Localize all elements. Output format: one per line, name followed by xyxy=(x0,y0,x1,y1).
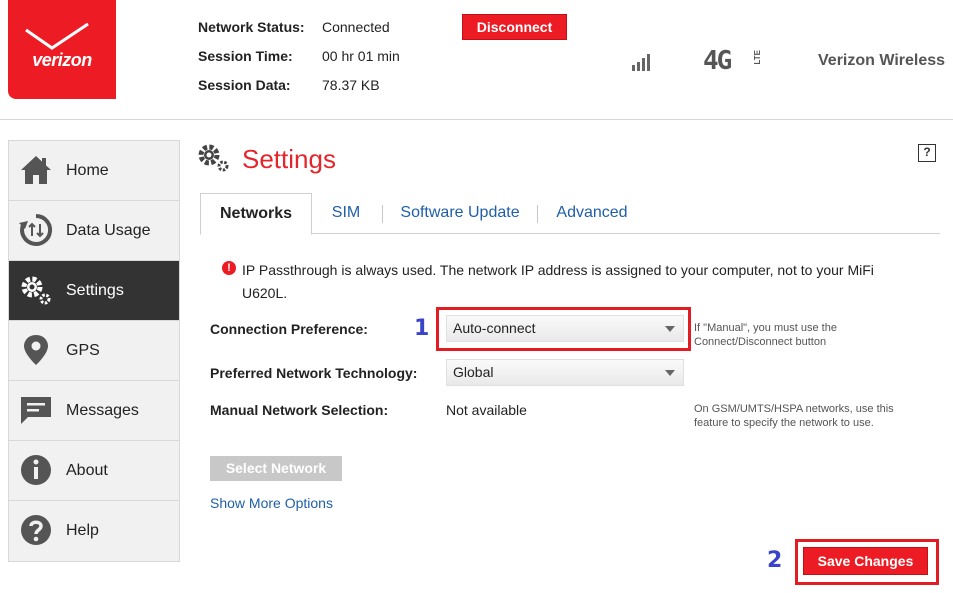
annotation-box-2 xyxy=(795,539,939,585)
sidebar-item-label: GPS xyxy=(66,342,100,359)
network-type-indicator: 4G LTE xyxy=(703,46,763,76)
network-status-label: Network Status: xyxy=(198,19,305,35)
tab-advanced[interactable]: Advanced xyxy=(548,193,636,234)
sidebar-item-label: Messages xyxy=(66,402,139,419)
location-pin-icon xyxy=(24,335,48,365)
tab-sim[interactable]: SIM xyxy=(320,193,372,234)
network-status-value: Connected xyxy=(322,19,390,35)
sidebar-item-label: Data Usage xyxy=(66,222,151,239)
sidebar-item-data-usage[interactable]: Data Usage xyxy=(9,201,179,261)
network-type-label: 4G xyxy=(703,46,732,76)
preferred-network-value: Global xyxy=(453,364,494,380)
brand-name: verizon xyxy=(32,50,92,70)
chevron-down-icon xyxy=(665,370,675,376)
info-icon xyxy=(21,455,51,485)
alert-icon: ! xyxy=(222,261,236,275)
tab-divider xyxy=(382,205,383,223)
page-title: Settings xyxy=(242,144,336,174)
show-more-options-link[interactable]: Show More Options xyxy=(210,495,333,511)
sidebar-item-home[interactable]: Home xyxy=(9,141,179,201)
gear-icon xyxy=(21,276,51,305)
select-network-button[interactable]: Select Network xyxy=(210,456,342,481)
home-icon xyxy=(21,156,51,184)
carrier-name: Verizon Wireless xyxy=(818,52,946,69)
sidebar-item-label: Settings xyxy=(66,282,124,299)
session-time-value: 00 hr 01 min xyxy=(322,48,400,64)
help-icon[interactable]: ? xyxy=(918,144,936,162)
manual-selection-label: Manual Network Selection: xyxy=(210,402,389,418)
header-bar: verizon Network Status: Connected Sessio… xyxy=(0,0,953,120)
info-message: IP Passthrough is always used. The netwo… xyxy=(242,262,874,301)
sidebar-item-label: Help xyxy=(66,522,99,539)
annotation-number-2: 2 xyxy=(767,548,783,573)
session-data-value: 78.37 KB xyxy=(322,77,380,93)
tab-software-update[interactable]: Software Update xyxy=(392,193,528,234)
session-time-label: Session Time: xyxy=(198,48,293,64)
annotation-box-1 xyxy=(436,307,691,351)
sidebar-item-about[interactable]: About xyxy=(9,441,179,501)
sidebar-item-gps[interactable]: GPS xyxy=(9,321,179,381)
session-data-label: Session Data: xyxy=(198,77,291,93)
data-usage-icon xyxy=(19,213,53,246)
preferred-network-label: Preferred Network Technology: xyxy=(210,365,418,381)
annotation-number-1: 1 xyxy=(414,316,430,341)
manual-selection-value: Not available xyxy=(446,402,527,418)
tab-divider xyxy=(537,205,538,223)
message-icon xyxy=(21,397,51,424)
disconnect-button[interactable]: Disconnect xyxy=(462,14,567,40)
tab-networks[interactable]: Networks xyxy=(200,193,312,235)
sidebar-item-label: About xyxy=(66,462,108,479)
checkmark-icon xyxy=(25,22,89,50)
manual-selection-hint: On GSM/UMTS/HSPA networks, use this feat… xyxy=(694,403,894,429)
connection-preference-hint: If "Manual", you must use the Connect/Di… xyxy=(694,322,837,348)
settings-gear-icon xyxy=(198,144,229,172)
question-icon xyxy=(21,515,51,545)
sidebar-item-settings[interactable]: Settings xyxy=(9,261,179,321)
settings-tabs: Networks SIM Software Update Advanced xyxy=(200,193,940,235)
verizon-logo: verizon xyxy=(8,0,116,99)
sidebar-item-help[interactable]: Help xyxy=(9,501,179,561)
sidebar-item-messages[interactable]: Messages xyxy=(9,381,179,441)
signal-strength-icon xyxy=(632,54,652,71)
preferred-network-select[interactable]: Global xyxy=(446,359,684,386)
sidebar-item-label: Home xyxy=(66,162,109,179)
network-sub-label: LTE xyxy=(753,50,762,65)
connection-preference-label: Connection Preference: xyxy=(210,321,368,337)
sidebar-nav: Home Data Usage Settings GPS Messages Ab… xyxy=(8,140,180,562)
